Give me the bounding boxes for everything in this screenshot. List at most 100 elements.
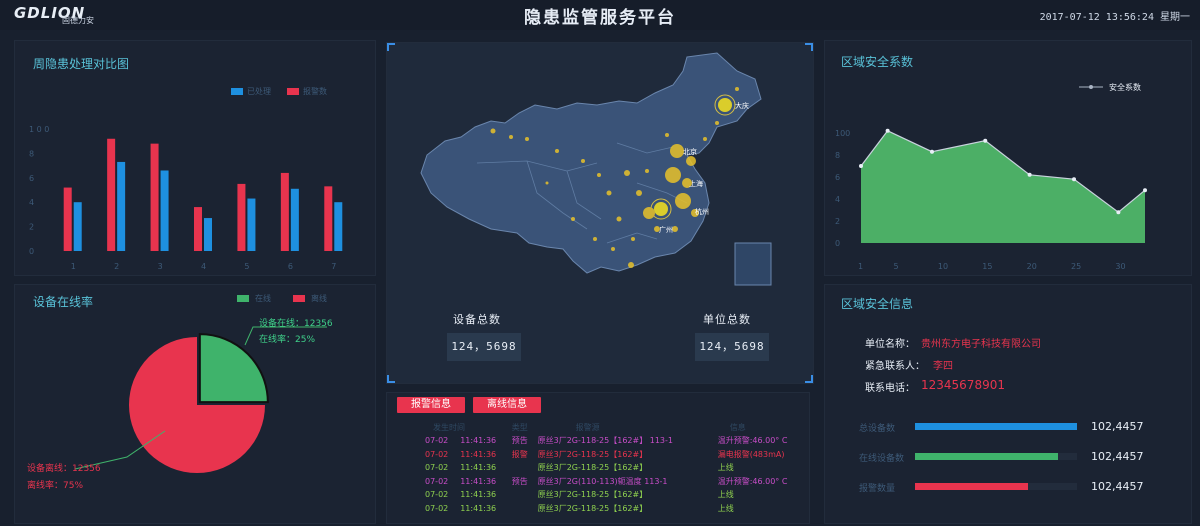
china-map[interactable] <box>387 43 815 293</box>
cell-date: 07-02 <box>425 503 449 513</box>
stat-bar-value: 102,4457 <box>1091 480 1144 493</box>
bar-alarms <box>107 138 116 251</box>
x-tick-label: 30 <box>1115 262 1125 271</box>
table-row[interactable]: 07-02 11:41:36 预告 原丝3厂2G-118-25【162#】 113-1… <box>423 434 811 448</box>
cell-info: 漏电报警(483mA) <box>717 449 785 459</box>
cell-source: 原丝3厂2G-118-25【162#】 <box>537 463 648 473</box>
column-header-time: 发生时间 <box>433 423 465 432</box>
safety-point <box>1116 210 1121 215</box>
cell-time: 11:41:36 <box>460 490 497 500</box>
stat-bar-label: 报警数量 <box>859 484 896 494</box>
y-tick-label: 4 <box>835 195 840 204</box>
safety-point <box>859 164 863 168</box>
x-tick-label: 1 <box>71 262 76 271</box>
map-panel: 大庆 北京 上海 杭州 广州 设备总数 124，5698 单位总数 124，56… <box>386 42 814 384</box>
safety-chart-panel: 区域安全系数 安全系数 0 2 4 6 8 100 1 5 10 15 20 25 30 <box>824 40 1192 276</box>
safety-point <box>1072 177 1076 182</box>
stat-bar-value: 102,4457 <box>1091 450 1144 463</box>
bar-processed <box>247 198 256 251</box>
phone-value: 12345678901 <box>921 378 1005 392</box>
cell-type: 预告 <box>511 476 528 486</box>
x-tick-label: 6 <box>288 262 293 271</box>
table-row[interactable]: 07-02 11:41:36 原丝3厂2G-118-25【162#】 上线 <box>423 502 811 516</box>
contact-label: 紧急联系人： <box>865 361 925 372</box>
city-label-shanghai: 上海 <box>689 180 703 188</box>
y-tick-label: 6 <box>835 173 840 182</box>
bar-alarms <box>150 143 159 251</box>
stat-bar-fill <box>915 483 1029 490</box>
safety-area-chart: 024681001 5 10 15 20 25 30 <box>835 128 1147 271</box>
cell-date: 07-02 <box>425 463 449 473</box>
tab-alarm-info[interactable]: 报警信息 <box>397 397 465 413</box>
alarm-log-panel: 报警信息 离线信息 发生时间 类型 报警源 信息 07-02 11:41:36 预告… <box>386 392 810 524</box>
contact-value: 李四 <box>933 361 953 372</box>
cell-time: 11:41:36 <box>460 476 497 486</box>
safety-point <box>1143 188 1147 193</box>
cell-source: 原丝3厂2G-118-25【162#】 <box>537 449 648 459</box>
cell-date: 07-02 <box>425 436 449 446</box>
y-tick-label: 100 <box>835 129 850 138</box>
bar-alarms <box>324 186 333 251</box>
safety-point <box>885 128 890 133</box>
x-tick-label: 7 <box>331 262 336 271</box>
legend-swatch-processed <box>231 88 243 95</box>
bar-alarms <box>194 207 202 251</box>
x-tick-label: 3 <box>158 262 163 271</box>
column-header-type: 类型 <box>511 423 528 432</box>
bar-alarms <box>280 172 289 251</box>
y-tick-label: 8 <box>835 151 840 160</box>
cell-info: 上线 <box>717 503 734 513</box>
x-tick-label: 10 <box>938 262 948 271</box>
table-row[interactable]: 07-02 11:41:36 原丝3厂2G-118-25【162#】 上线 <box>423 488 811 502</box>
y-tick-label: 1 0 0 <box>29 125 49 134</box>
bar-alarms <box>63 187 72 251</box>
tab-offline-info[interactable]: 离线信息 <box>473 397 541 413</box>
cell-time: 11:41:36 <box>460 449 497 459</box>
stat-bar-fill <box>915 423 1077 430</box>
stat-bar-label: 总设备数 <box>859 424 896 434</box>
safety-area <box>861 130 1145 243</box>
cell-time: 11:41:36 <box>460 503 497 513</box>
bar-processed <box>117 161 126 251</box>
x-tick-label: 4 <box>201 262 206 271</box>
x-tick-label: 1 <box>858 262 863 271</box>
y-tick-label: 2 <box>835 217 840 226</box>
legend-label-alarms: 报警数 <box>303 87 327 96</box>
region-info-title: 区域安全信息 <box>841 297 914 311</box>
device-total-label: 设备总数 <box>453 313 501 326</box>
online-count-label: 设备在线：12356 <box>259 319 333 329</box>
unit-name-value: 贵州东方电子科技有限公司 <box>921 339 1041 350</box>
y-tick-label: 8 <box>29 149 34 158</box>
cell-type <box>510 502 536 516</box>
hazard-chart-panel: 周隐患处理对比图 已处理 报警数 0 2 4 6 8 1 0 0 1 2 3 4 5 6 7 <box>14 40 376 276</box>
alarm-log-table: 发生时间 类型 报警源 信息 07-02 11:41:36 预告 原丝3厂2G-118… <box>423 421 811 515</box>
column-header-info: 信息 <box>729 423 746 432</box>
legend-label-processed: 已处理 <box>247 87 271 96</box>
cell-info: 温升预警:46.00° C <box>717 436 788 446</box>
stat-bar-fill <box>915 453 1058 460</box>
top-bar: GDLION 固德力安 隐患监管服务平台 2017-07-12 13:56:24… <box>0 0 1200 30</box>
cell-source: 原丝3厂2G-118-25【162#】 <box>537 490 648 500</box>
cell-info: 温升预警:46.00° C <box>717 476 788 486</box>
safety-point <box>983 138 988 143</box>
column-header-source: 报警源 <box>575 423 600 432</box>
x-tick-label: 25 <box>1071 262 1081 271</box>
table-row[interactable]: 07-02 11:41:36 报警 原丝3厂2G-118-25【162#】 漏电报警(4… <box>423 448 811 462</box>
table-row[interactable]: 07-02 11:41:36 原丝3厂2G-118-25【162#】 上线 <box>423 461 811 475</box>
safety-point <box>1027 172 1032 177</box>
cell-date: 07-02 <box>425 476 449 486</box>
hazard-chart-title: 周隐患处理对比图 <box>33 57 130 71</box>
city-label-guangzhou: 广州 <box>659 226 673 234</box>
table-header-row: 发生时间 类型 报警源 信息 <box>423 421 811 434</box>
city-label-daqing: 大庆 <box>735 102 749 110</box>
bar-processed <box>290 188 299 251</box>
online-rate-label: 在线率：25% <box>259 335 316 345</box>
table-row[interactable]: 07-02 11:41:36 预告 原丝3厂2G(110-113)轭温度 113-1 温… <box>423 475 811 489</box>
cell-source: 原丝3厂2G-118-25【162#】 113-1 <box>537 436 673 446</box>
y-tick-label: 2 <box>29 223 34 232</box>
pie-slice-online <box>198 333 269 404</box>
unit-name-label: 单位名称： <box>865 339 915 350</box>
cell-date: 07-02 <box>425 490 449 500</box>
cell-source: 原丝3厂2G-118-25【162#】 <box>537 503 648 513</box>
offline-rate-label: 离线率：75% <box>27 481 84 491</box>
